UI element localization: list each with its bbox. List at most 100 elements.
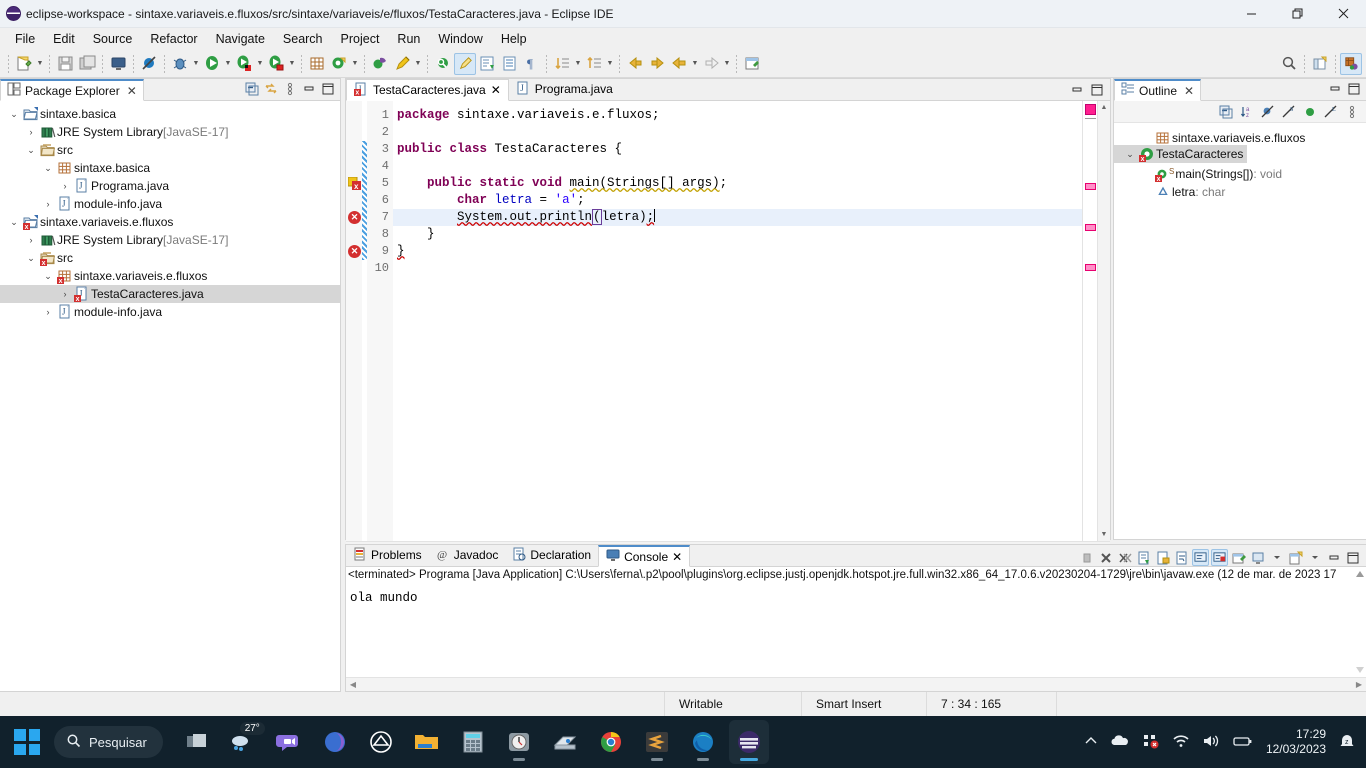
- remove-launch-icon[interactable]: [1097, 549, 1114, 566]
- editor-vertical-scrollbar[interactable]: ▲ ▼: [1097, 101, 1110, 541]
- outline-item[interactable]: letra : char: [1114, 183, 1229, 201]
- show-whitespace-icon[interactable]: [476, 53, 498, 75]
- onedrive-icon[interactable]: [1110, 734, 1130, 751]
- chevron-right-icon[interactable]: ›: [40, 307, 56, 317]
- tab-outline[interactable]: Outline ✕: [1114, 79, 1202, 101]
- tree-item[interactable]: › Jmodule-info.java: [0, 195, 340, 213]
- overview-error-marker[interactable]: [1085, 224, 1096, 231]
- outline-item[interactable]: ⌄ x TestaCaracteres: [1114, 145, 1248, 163]
- code-line[interactable]: public static void main(Strings[] args);: [393, 175, 1082, 192]
- pen-dropdown-icon[interactable]: ▼: [413, 53, 423, 75]
- menu-navigate[interactable]: Navigate: [207, 30, 274, 48]
- terminate-icon[interactable]: [1078, 549, 1095, 566]
- tree-item[interactable]: › J Programa.java: [0, 177, 340, 195]
- tree-item[interactable]: ⌄ sintaxe.basica: [0, 159, 340, 177]
- gutter-error-marker[interactable]: ✕: [348, 211, 361, 224]
- maximize-icon[interactable]: [1344, 549, 1361, 566]
- toggle-mark-occurrences-icon[interactable]: [454, 52, 476, 75]
- next-annotation-icon[interactable]: [551, 53, 573, 75]
- tray-expand-icon[interactable]: [1084, 734, 1098, 751]
- code-line[interactable]: System.out.println(letra);: [393, 209, 1082, 226]
- hide-fields-icon[interactable]: [1260, 104, 1276, 120]
- hide-static-icon[interactable]: S: [1281, 104, 1297, 120]
- console-horizontal-scrollbar[interactable]: ◀ ▶: [346, 677, 1366, 691]
- terminal-icon[interactable]: [107, 53, 129, 75]
- view-menu-icon[interactable]: [1344, 104, 1360, 120]
- eclipse-icon[interactable]: [728, 720, 769, 764]
- previous-annotation-icon[interactable]: [583, 53, 605, 75]
- tree-item[interactable]: › JRE System Library [JavaSE-17]: [0, 123, 340, 141]
- chevron-right-icon[interactable]: ›: [57, 181, 73, 191]
- new-class-icon[interactable]: [328, 53, 350, 75]
- menu-file[interactable]: File: [6, 30, 44, 48]
- minimize-icon[interactable]: [1327, 81, 1343, 97]
- external-tools-dropdown-icon[interactable]: ▼: [255, 53, 265, 75]
- clock-icon[interactable]: [499, 720, 539, 764]
- code-line[interactable]: }: [393, 243, 1082, 260]
- editor-gutter[interactable]: x ✕ ✕: [346, 101, 362, 541]
- battery-icon[interactable]: [1232, 734, 1254, 751]
- console-vertical-scrollbar[interactable]: [1354, 567, 1366, 677]
- sublime-text-icon[interactable]: [637, 720, 677, 764]
- chevron-down-icon[interactable]: ⌄: [40, 163, 56, 174]
- taskbar-clock[interactable]: 17:29 12/03/2023: [1266, 727, 1326, 757]
- microsoft-365-icon[interactable]: [315, 720, 355, 764]
- clear-console-icon[interactable]: [1135, 549, 1152, 566]
- scroll-left-icon[interactable]: ◀: [347, 680, 359, 689]
- code-line[interactable]: char letra = 'a';: [393, 192, 1082, 209]
- code-line[interactable]: package sintaxe.variaveis.e.fluxos;: [393, 107, 1082, 124]
- package-explorer-tree[interactable]: ⌄ sintaxe.basica › JRE System Library [Java…: [0, 101, 340, 713]
- open-type-icon[interactable]: [369, 53, 391, 75]
- tab-package-explorer[interactable]: Package Explorer ✕: [0, 79, 144, 101]
- maximize-icon[interactable]: [320, 81, 336, 97]
- file-explorer-icon[interactable]: [407, 720, 447, 764]
- debug-icon[interactable]: [169, 53, 191, 75]
- run-dropdown-icon[interactable]: ▼: [223, 53, 233, 75]
- back-icon[interactable]: [624, 53, 646, 75]
- new-wizard-icon[interactable]: [13, 53, 35, 75]
- show-console-on-error-icon[interactable]: [1211, 549, 1228, 566]
- scroll-down-icon[interactable]: ▼: [1098, 528, 1110, 541]
- chevron-down-icon[interactable]: ⌄: [40, 271, 56, 282]
- tab-problems[interactable]: Problems: [346, 544, 429, 566]
- collapse-all-icon[interactable]: [1218, 104, 1234, 120]
- maximize-button[interactable]: [1274, 0, 1320, 28]
- chevron-right-icon[interactable]: ›: [23, 127, 39, 137]
- next-annotation-dropdown-icon[interactable]: ▼: [573, 53, 583, 75]
- tab-declaration[interactable]: Declaration: [505, 544, 598, 566]
- back-history-icon[interactable]: [668, 53, 690, 75]
- tab-javadoc[interactable]: @ Javadoc: [429, 544, 506, 566]
- new-class-dropdown-icon[interactable]: ▼: [350, 53, 360, 75]
- remove-all-launches-icon[interactable]: [1116, 549, 1133, 566]
- outline-tree[interactable]: sintaxe.variaveis.e.fluxos ⌄ x TestaCaracte…: [1114, 123, 1366, 583]
- save-all-icon[interactable]: [76, 53, 98, 75]
- chevron-down-icon[interactable]: ⌄: [23, 145, 39, 156]
- menu-search[interactable]: Search: [274, 30, 332, 48]
- minimize-icon[interactable]: [1070, 83, 1084, 100]
- scroll-up-icon[interactable]: ▲: [1098, 101, 1110, 114]
- overview-error-marker[interactable]: [1085, 264, 1096, 271]
- sort-icon[interactable]: a z: [1239, 104, 1255, 120]
- teams-icon[interactable]: [269, 720, 309, 764]
- code-line[interactable]: public class TestaCaracteres {: [393, 141, 1082, 158]
- chevron-down-icon[interactable]: ⌄: [1122, 149, 1138, 160]
- minimize-icon[interactable]: [1325, 549, 1342, 566]
- close-icon[interactable]: ✕: [1184, 84, 1194, 98]
- console-dropdown-icon[interactable]: [1268, 549, 1285, 566]
- forward-history-dropdown-icon[interactable]: ▼: [722, 53, 732, 75]
- browser-icon[interactable]: [361, 720, 401, 764]
- open-console-dropdown-icon[interactable]: [1306, 549, 1323, 566]
- coverage-dropdown-icon[interactable]: ▼: [287, 53, 297, 75]
- back-history-dropdown-icon[interactable]: ▼: [690, 53, 700, 75]
- gutter-error-marker[interactable]: ✕: [348, 245, 361, 258]
- code-line[interactable]: [393, 124, 1082, 141]
- tab-testacaracteres-java[interactable]: J x TestaCaracteres.java ✕: [346, 79, 509, 101]
- status-resize-handle[interactable]: [1056, 692, 1085, 716]
- menu-source[interactable]: Source: [84, 30, 142, 48]
- network-error-icon[interactable]: [1142, 733, 1160, 752]
- minimize-button[interactable]: [1228, 0, 1274, 28]
- tree-item[interactable]: › JRE System Library [JavaSE-17]: [0, 231, 340, 249]
- chevron-right-icon[interactable]: ›: [57, 289, 73, 299]
- menu-window[interactable]: Window: [429, 30, 491, 48]
- new-wizard-dropdown-icon[interactable]: ▼: [35, 53, 45, 75]
